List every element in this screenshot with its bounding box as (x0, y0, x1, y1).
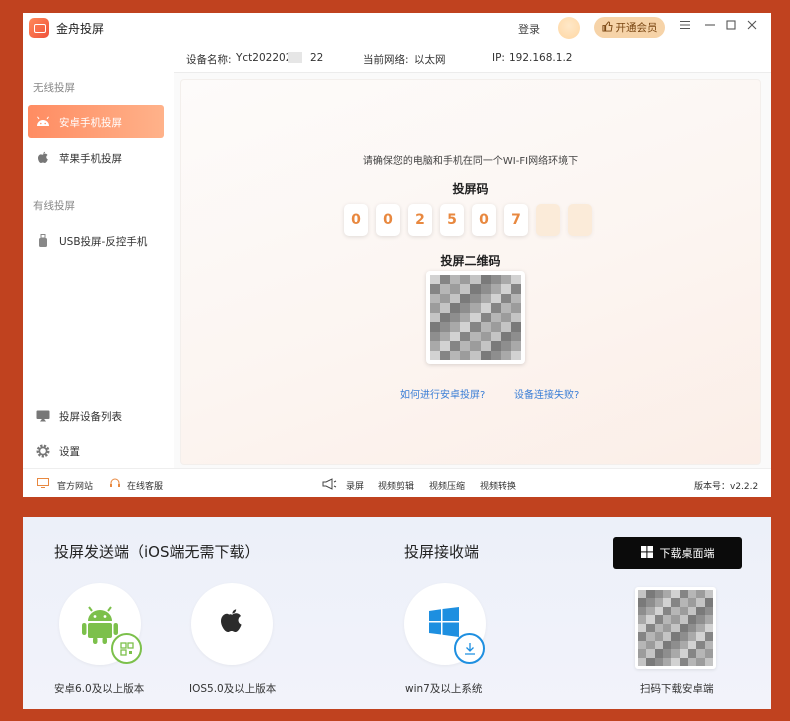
record-link[interactable]: 录屏 (346, 479, 364, 492)
android-version-label: 安卓6.0及以上版本 (54, 683, 145, 695)
main-content: 请确保您的电脑和手机在同一个WI-FI网络环境下 投屏码 0 0 2 5 0 7… (174, 73, 771, 468)
android-download[interactable] (59, 583, 142, 665)
cast-code-title: 投屏码 (452, 182, 489, 196)
app-window: 金舟投屏 登录 开通会员 设备名称: Yct202202 22 当前网络: 以太… (23, 13, 771, 497)
video-edit-link[interactable]: 视频剪辑 (378, 479, 414, 492)
sidebar-item-label: 投屏设备列表 (59, 411, 122, 423)
cast-code-digits: 0 0 2 5 0 7 (344, 204, 592, 236)
device-name-label: 设备名称: (186, 54, 232, 66)
apple-icon (217, 605, 247, 645)
qr-code-image (430, 275, 521, 360)
connection-failed-link[interactable]: 设备连接失败? (514, 386, 579, 401)
login-link[interactable]: 登录 (518, 21, 540, 37)
redacted-block (288, 52, 302, 63)
website-icon (37, 478, 49, 488)
device-name-suffix: 22 (310, 52, 324, 64)
network-label: 当前网络: (363, 54, 409, 66)
code-digit: 7 (504, 204, 528, 236)
code-digit: 0 (472, 204, 496, 236)
ip-label: IP: (492, 52, 505, 64)
sidebar-item-label: 安卓手机投屏 (59, 117, 122, 129)
download-desktop-label: 下载桌面端 (659, 547, 715, 560)
menu-icon[interactable] (678, 19, 692, 33)
headset-icon (109, 478, 121, 488)
network-value: 以太网 (414, 54, 446, 66)
megaphone-icon (322, 478, 338, 490)
sidebar-item-label: 苹果手机投屏 (59, 153, 122, 165)
windows-icon (640, 545, 653, 561)
windows-logo-icon (429, 607, 459, 641)
app-title: 金舟投屏 (56, 22, 105, 36)
avatar[interactable] (558, 17, 580, 39)
sidebar-item-apple[interactable]: 苹果手机投屏 (28, 141, 164, 174)
code-digit: 0 (376, 204, 400, 236)
video-convert-link[interactable]: 视频转换 (480, 479, 516, 492)
how-to-cast-link[interactable]: 如何进行安卓投屏? (400, 386, 485, 401)
section-wired: 有线投屏 (33, 200, 75, 212)
section-wireless: 无线投屏 (33, 82, 75, 94)
device-name-value: Yct202202 (236, 52, 293, 64)
code-digit: 2 (408, 204, 432, 236)
download-panel: 投屏发送端（iOS端无需下载） 投屏接收端 下载桌面端 安卓6.0及以上版本 I… (23, 517, 771, 709)
ios-download[interactable] (191, 583, 273, 665)
ios-version-label: IOS5.0及以上版本 (189, 683, 277, 695)
android-download-qr (635, 587, 716, 669)
website-link[interactable]: 官方网站 (57, 479, 93, 492)
receiver-title: 投屏接收端 (404, 543, 480, 561)
maximize-icon[interactable] (724, 19, 738, 33)
android-icon (35, 114, 51, 130)
cast-code-card: 请确保您的电脑和手机在同一个WI-FI网络环境下 投屏码 0 0 2 5 0 7… (180, 79, 761, 465)
sidebar-item-settings[interactable]: 设置 (28, 434, 164, 467)
sidebar-item-device-list[interactable]: 投屏设备列表 (28, 399, 164, 432)
gear-icon (35, 443, 51, 459)
download-desktop-button[interactable]: 下载桌面端 (613, 537, 742, 569)
qr-code-title: 投屏二维码 (440, 254, 501, 268)
sidebar-item-android[interactable]: 安卓手机投屏 (28, 105, 164, 138)
status-bar: 官方网站 在线客服 录屏 视频剪辑 视频压缩 视频转换 版本号：v2.2.2 (23, 468, 771, 497)
usb-phone-icon (35, 233, 51, 249)
code-digit-redacted (536, 204, 560, 236)
qr-badge-icon (111, 633, 142, 664)
code-digit-redacted (568, 204, 592, 236)
sender-title: 投屏发送端（iOS端无需下载） (54, 543, 260, 561)
sidebar-item-usb[interactable]: USB投屏-反控手机 (28, 224, 164, 257)
network-hint: 请确保您的电脑和手机在同一个WI-FI网络环境下 (362, 156, 579, 167)
windows-download[interactable] (404, 583, 486, 665)
thumbs-up-icon (601, 20, 613, 35)
download-badge-icon (454, 633, 485, 664)
sidebar-item-label: USB投屏-反控手机 (59, 236, 148, 248)
monitor-icon (35, 408, 51, 424)
minimize-icon[interactable] (703, 19, 717, 33)
ip-value: 192.168.1.2 (509, 52, 573, 64)
windows-version-label: win7及以上系统 (405, 683, 483, 695)
video-compress-link[interactable]: 视频压缩 (429, 479, 465, 492)
qr-code (426, 271, 525, 364)
app-logo-icon (29, 18, 49, 38)
code-digit: 5 (440, 204, 464, 236)
qr-code-image (638, 590, 713, 666)
vip-label: 开通会员 (615, 22, 658, 34)
close-icon[interactable] (745, 19, 759, 33)
sidebar: 无线投屏 安卓手机投屏 苹果手机投屏 有线投屏 USB投屏-反控手机 投屏设备列 (23, 43, 174, 468)
version-label: 版本号：v2.2.2 (694, 482, 759, 492)
title-bar: 金舟投屏 登录 开通会员 (23, 13, 771, 43)
qr-download-label: 扫码下载安卓端 (640, 683, 714, 695)
sidebar-item-label: 设置 (59, 446, 80, 458)
device-info-bar: 设备名称: Yct202202 22 当前网络: 以太网 IP: 192.168… (174, 43, 771, 73)
code-digit: 0 (344, 204, 368, 236)
vip-button[interactable]: 开通会员 (594, 17, 665, 38)
apple-icon (35, 150, 51, 166)
support-link[interactable]: 在线客服 (127, 479, 163, 492)
